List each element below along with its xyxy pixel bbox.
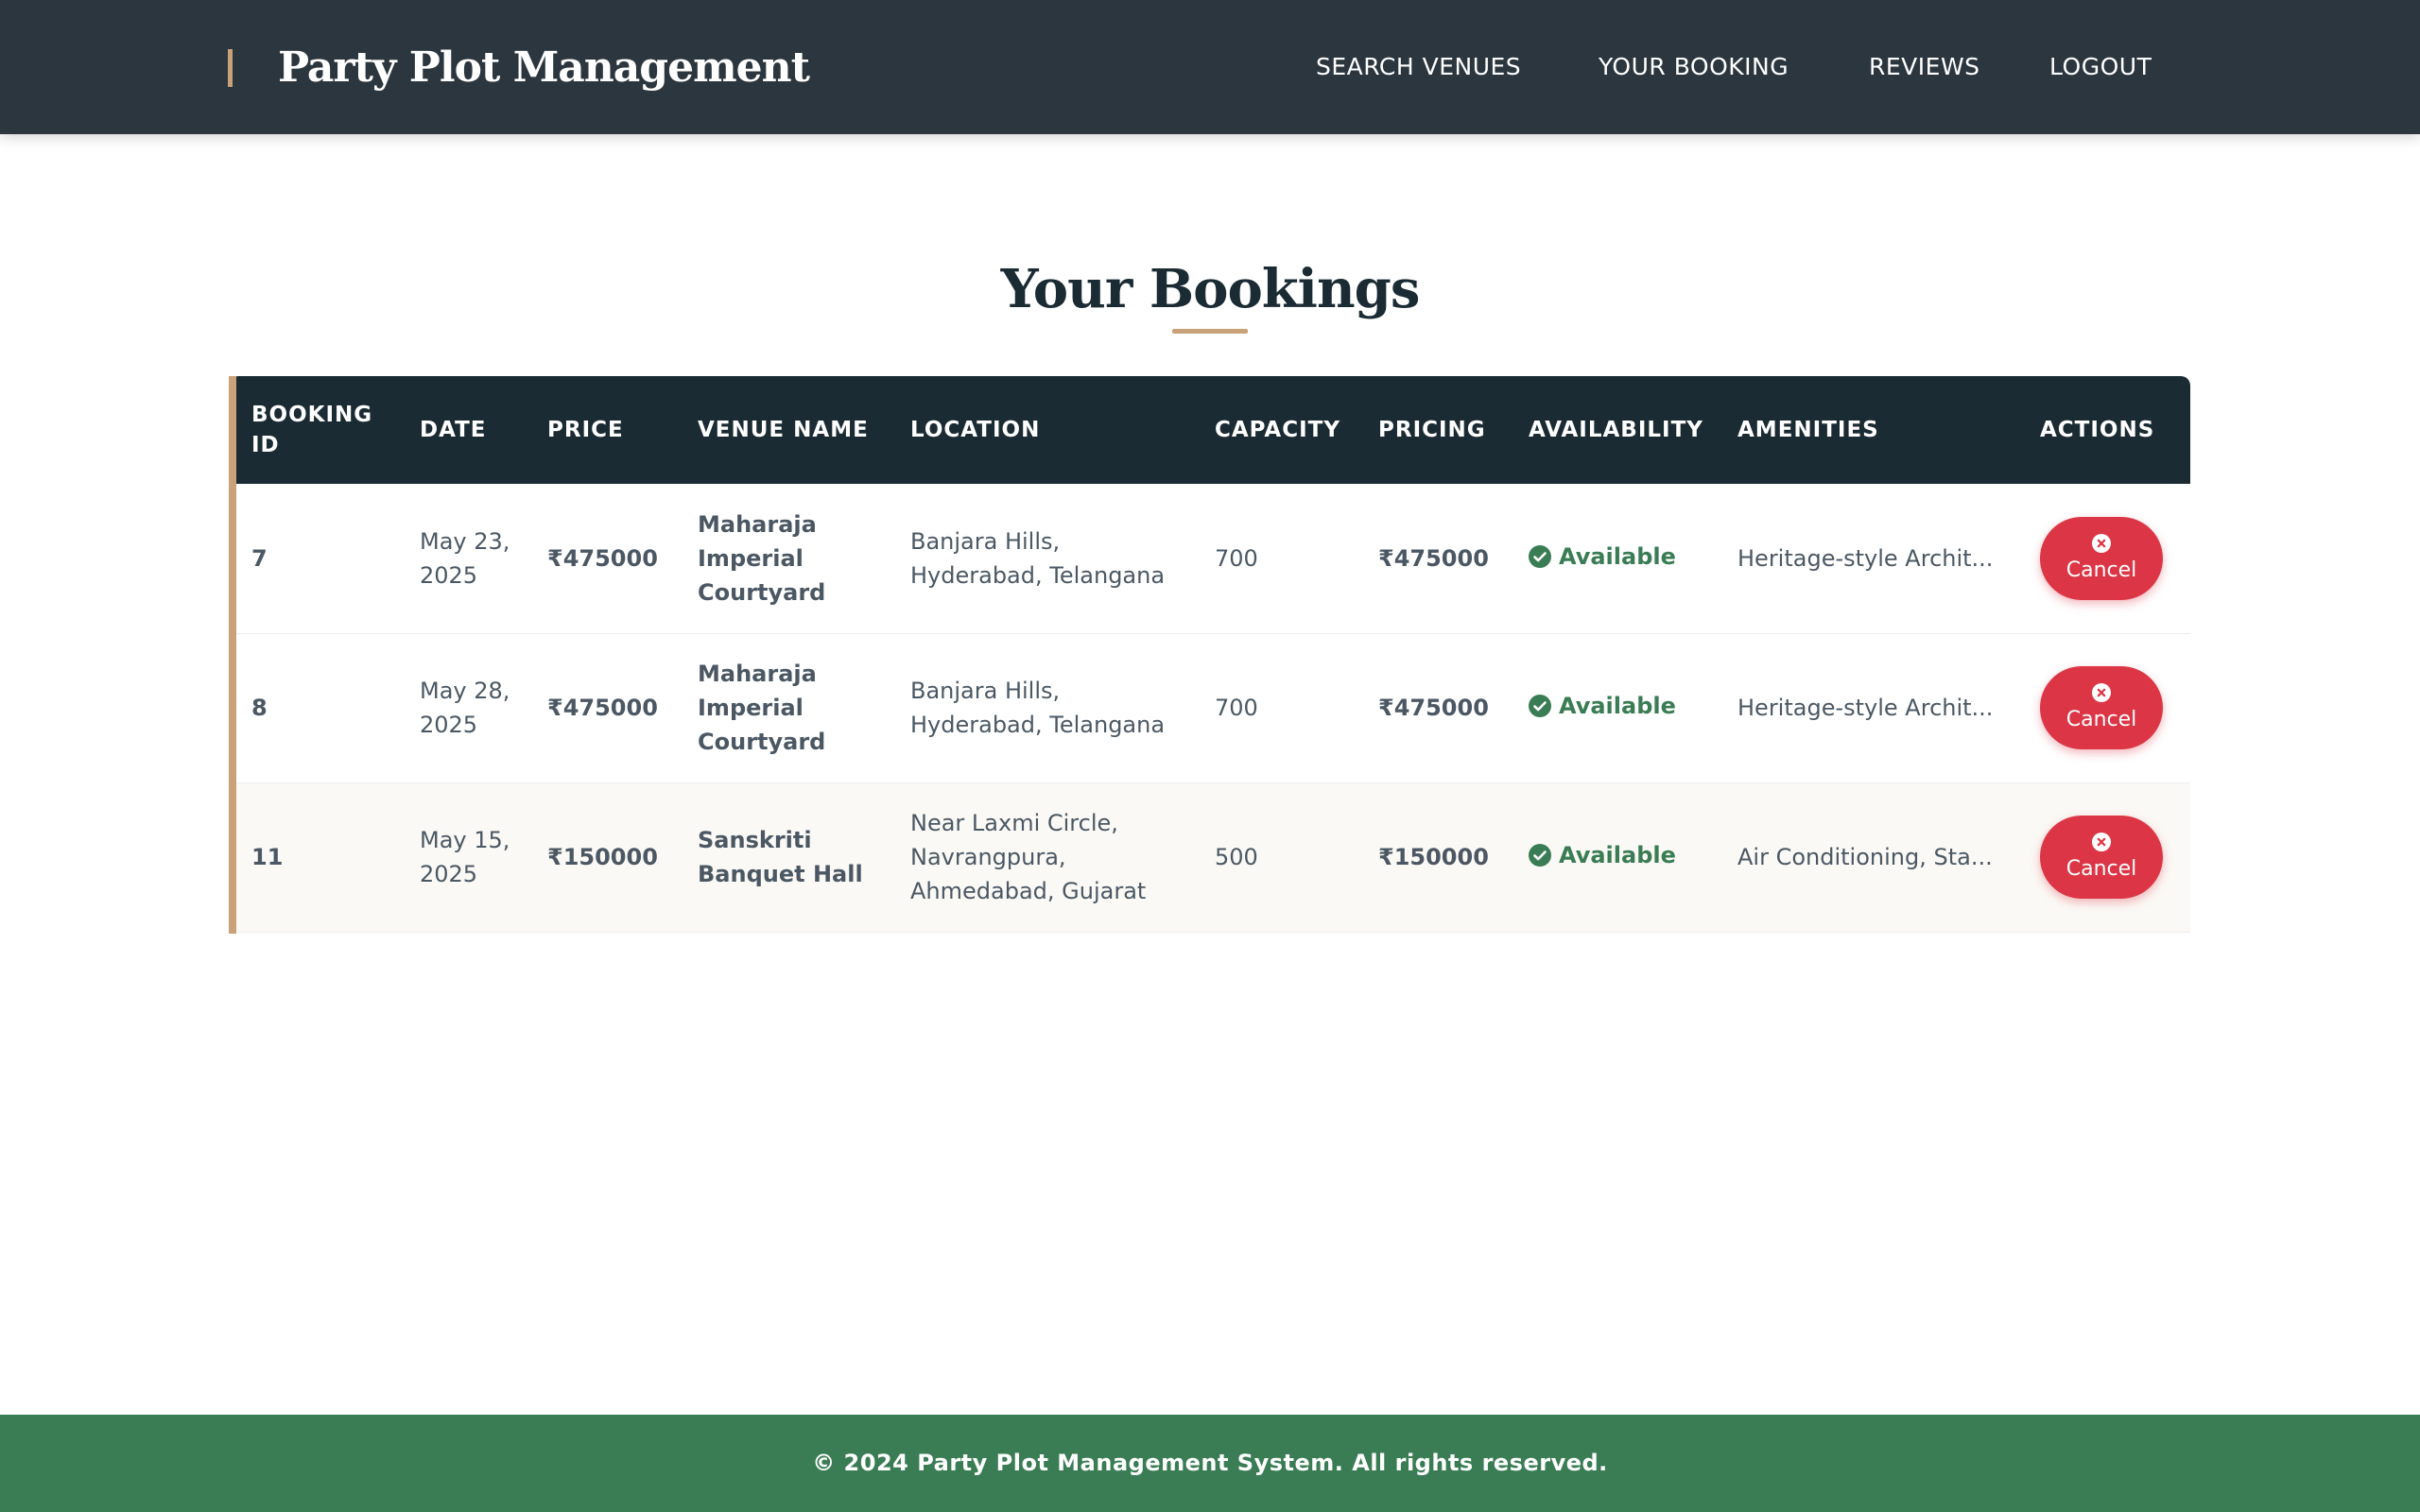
amenities-cell: Heritage-style Archit... — [1715, 633, 2017, 782]
availability-cell: Available — [1506, 484, 1715, 633]
availability-status: Available — [1529, 689, 1676, 723]
amenities-cell: Air Conditioning, Sta... — [1715, 782, 2017, 932]
price-cell: ₹475000 — [547, 695, 658, 721]
nav-link-search-venues[interactable]: SEARCH VENUES — [1316, 53, 1521, 81]
title-underline — [1172, 329, 1248, 334]
column-header-date: DATE — [420, 418, 487, 442]
bookings-table: BOOKING ID DATE PRICE VENUE NAME LOCATIO… — [229, 376, 2190, 933]
date-cell: May 15, 2025 — [420, 827, 510, 887]
nav-link-logout[interactable]: LOGOUT — [2049, 53, 2152, 81]
availability-cell: Available — [1506, 633, 1715, 782]
capacity-cell: 500 — [1215, 844, 1258, 870]
venue-name-cell: Maharaja Imperial Courtyard — [698, 661, 826, 755]
footer: © 2024 Party Plot Management System. All… — [0, 1415, 2420, 1512]
cancel-booking-button[interactable]: Cancel — [2040, 666, 2163, 749]
location-cell: Near Laxmi Circle, Navrangpura, Ahmedaba… — [910, 810, 1147, 904]
column-header-availability: AVAILABILITY — [1529, 418, 1703, 442]
bookings-table-container: BOOKING ID DATE PRICE VENUE NAME LOCATIO… — [229, 376, 2190, 933]
price-cell: ₹150000 — [547, 844, 658, 870]
availability-label: Available — [1559, 842, 1676, 868]
column-header-amenities: AMENITIES — [1737, 418, 1879, 442]
date-cell: May 28, 2025 — [420, 678, 510, 738]
booking-id-cell: 7 — [251, 544, 268, 572]
table-row: 8 May 28, 2025 ₹475000 Maharaja Imperial… — [229, 633, 2190, 782]
column-header-capacity: CAPACITY — [1215, 418, 1341, 442]
availability-status: Available — [1529, 838, 1676, 872]
column-header-venue-name: VENUE NAME — [698, 418, 869, 442]
capacity-cell: 700 — [1215, 544, 1258, 572]
booking-id-cell: 8 — [251, 695, 268, 721]
availability-status: Available — [1529, 540, 1676, 574]
check-circle-icon — [1529, 695, 1551, 717]
amenities-text: Air Conditioning, Sta... — [1737, 844, 1993, 870]
pricing-cell: ₹475000 — [1378, 544, 1489, 572]
booking-id-cell: 11 — [251, 844, 284, 870]
cancel-button-label: Cancel — [2066, 708, 2137, 731]
x-circle-icon — [2092, 833, 2111, 851]
date-cell: May 23, 2025 — [420, 527, 510, 589]
column-header-pricing: PRICING — [1378, 418, 1486, 442]
actions-cell: Cancel — [2017, 633, 2190, 782]
venue-name-cell: Maharaja Imperial Courtyard — [698, 510, 826, 606]
amenities-text: Heritage-style Archit... — [1737, 544, 1994, 572]
column-header-price: PRICE — [547, 418, 624, 442]
availability-cell: Available — [1506, 782, 1715, 932]
x-circle-icon — [2092, 533, 2111, 553]
pricing-cell: ₹150000 — [1378, 844, 1489, 870]
availability-label: Available — [1559, 693, 1676, 719]
cancel-booking-button[interactable]: Cancel — [2040, 816, 2163, 899]
amenities-cell: Heritage-style Archit... — [1715, 484, 2017, 633]
brand-accent-bar — [228, 49, 233, 87]
top-navbar: Party Plot Management SEARCH VENUES YOUR… — [0, 0, 2420, 134]
table-accent-bar — [229, 376, 236, 934]
availability-label: Available — [1559, 542, 1676, 570]
venue-name-cell: Sanskriti Banquet Hall — [698, 827, 863, 887]
table-row: 11 May 15, 2025 ₹150000 Sanskriti Banque… — [229, 782, 2190, 932]
check-circle-icon — [1529, 844, 1551, 867]
column-header-actions: ACTIONS — [2040, 418, 2155, 442]
x-circle-icon — [2092, 683, 2111, 702]
actions-cell: Cancel — [2017, 782, 2190, 932]
table-header-row: BOOKING ID DATE PRICE VENUE NAME LOCATIO… — [229, 376, 2190, 484]
nav-link-your-booking[interactable]: YOUR BOOKING — [1599, 53, 1789, 81]
cancel-booking-button[interactable]: Cancel — [2040, 516, 2163, 600]
capacity-cell: 700 — [1215, 695, 1258, 721]
cancel-button-label: Cancel — [2066, 857, 2137, 881]
column-header-location: LOCATION — [910, 418, 1041, 442]
actions-cell: Cancel — [2017, 484, 2190, 633]
footer-copyright: © 2024 Party Plot Management System. All… — [812, 1450, 1608, 1476]
price-cell: ₹475000 — [547, 544, 658, 572]
location-cell: Banjara Hills, Hyderabad, Telangana — [910, 527, 1166, 589]
cancel-button-label: Cancel — [2066, 558, 2137, 582]
table-row: 7 May 23, 2025 ₹475000 Maharaja Imperial… — [229, 484, 2190, 633]
location-cell: Banjara Hills, Hyderabad, Telangana — [910, 678, 1166, 738]
page-title: Your Bookings — [1000, 258, 1421, 320]
nav-link-reviews[interactable]: REVIEWS — [1869, 53, 1980, 81]
column-header-booking-id: BOOKING ID — [251, 403, 373, 457]
amenities-text: Heritage-style Archit... — [1737, 695, 1994, 721]
pricing-cell: ₹475000 — [1378, 695, 1489, 721]
brand-title[interactable]: Party Plot Management — [278, 38, 810, 98]
check-circle-icon — [1529, 544, 1551, 568]
